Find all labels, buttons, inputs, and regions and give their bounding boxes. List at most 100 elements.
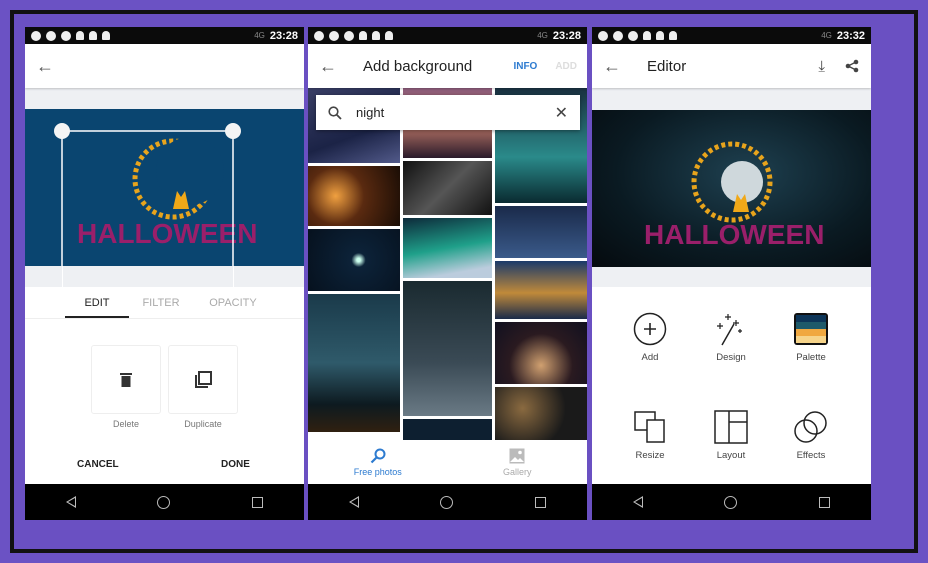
add-tool[interactable]: Add xyxy=(610,312,690,363)
back-nav-icon[interactable] xyxy=(348,496,359,508)
add-label: Add xyxy=(641,352,659,363)
notification-icon xyxy=(61,30,71,41)
moon-shape xyxy=(721,161,763,203)
phone-editor-screen: 4G 23:32 ← Editor ⤓ HALLOWEEN Add Design… xyxy=(592,27,871,520)
design-tool[interactable]: Design xyxy=(691,312,771,363)
gallery-label: Gallery xyxy=(502,466,532,477)
home-nav-icon[interactable] xyxy=(724,495,738,509)
clear-search-icon[interactable]: ✕ xyxy=(555,103,568,123)
resize-handle[interactable] xyxy=(225,123,241,139)
add-button[interactable]: ADD xyxy=(555,61,577,72)
page-title: Add background xyxy=(363,57,473,75)
page-title: Editor xyxy=(647,57,687,75)
back-arrow-icon[interactable]: ← xyxy=(308,56,348,77)
resize-tool[interactable]: Resize xyxy=(610,410,690,461)
back-nav-icon[interactable] xyxy=(632,496,643,508)
recents-nav-icon[interactable] xyxy=(535,496,547,508)
bell-icon xyxy=(89,31,97,40)
system-nav-bar xyxy=(308,484,587,520)
photo[interactable] xyxy=(308,166,400,226)
photo[interactable] xyxy=(495,206,587,258)
duplicate-icon xyxy=(195,370,212,388)
photo[interactable] xyxy=(308,229,400,291)
home-nav-icon[interactable] xyxy=(440,495,454,509)
home-nav-icon[interactable] xyxy=(157,495,171,509)
palette-tool[interactable]: Palette xyxy=(771,312,851,363)
tab-opacity[interactable]: OPACITY xyxy=(193,287,273,318)
resize-handle[interactable] xyxy=(54,123,70,139)
layout-icon xyxy=(714,410,748,444)
effects-label: Effects xyxy=(796,450,826,461)
palette-icon xyxy=(794,313,828,345)
design-canvas[interactable]: HALLOWEEN xyxy=(25,109,304,266)
bell-icon xyxy=(76,31,84,40)
tab-filter[interactable]: FILTER xyxy=(129,287,193,318)
bell-icon xyxy=(385,31,393,40)
share-icon[interactable] xyxy=(845,59,859,73)
network-label: 4G xyxy=(537,31,548,40)
duplicate-label: Duplicate xyxy=(184,419,222,429)
search-bar[interactable]: night ✕ xyxy=(316,95,580,130)
delete-label: Delete xyxy=(112,419,139,429)
photo[interactable] xyxy=(403,161,492,215)
effects-icon xyxy=(794,411,827,443)
photo[interactable] xyxy=(495,387,587,440)
photo[interactable] xyxy=(403,419,492,440)
photo[interactable] xyxy=(495,261,587,319)
delete-button[interactable] xyxy=(91,345,161,414)
bell-icon xyxy=(359,31,367,40)
download-icon[interactable]: ⤓ xyxy=(818,58,825,75)
bell-icon xyxy=(372,31,380,40)
recents-nav-icon[interactable] xyxy=(252,496,264,508)
magic-wand-icon xyxy=(717,314,742,346)
tab-bar: EDIT FILTER OPACITY xyxy=(25,287,304,319)
tab-free-photos[interactable]: Free photos xyxy=(308,440,448,484)
done-button[interactable]: DONE xyxy=(221,459,250,470)
design-canvas[interactable]: HALLOWEEN xyxy=(592,110,871,267)
free-photos-label: Free photos xyxy=(353,466,402,477)
status-bar: 4G 23:28 xyxy=(25,27,304,44)
effects-tool[interactable]: Effects xyxy=(771,410,851,461)
bell-icon xyxy=(643,31,651,40)
status-bar: 4G 23:32 xyxy=(592,27,871,44)
palette-label: Palette xyxy=(796,352,826,363)
search-icon xyxy=(328,105,342,120)
back-arrow-icon[interactable]: ← xyxy=(592,56,632,77)
recents-nav-icon[interactable] xyxy=(819,496,831,508)
info-button[interactable]: INFO xyxy=(513,61,537,72)
tab-gallery[interactable]: Gallery xyxy=(448,440,588,484)
resize-label: Resize xyxy=(635,450,665,461)
status-time: 23:28 xyxy=(269,29,298,42)
notification-icon xyxy=(628,30,638,41)
duplicate-button[interactable] xyxy=(168,345,238,414)
bell-icon xyxy=(102,31,110,40)
selection-line xyxy=(233,266,234,287)
network-label: 4G xyxy=(821,31,832,40)
halloween-design: HALLOWEEN xyxy=(644,141,824,250)
back-arrow-icon[interactable]: ← xyxy=(25,56,65,77)
app-bar: ← Add background INFO ADD xyxy=(308,44,587,88)
system-nav-bar xyxy=(25,484,304,520)
bell-icon xyxy=(656,31,664,40)
status-time: 23:28 xyxy=(552,29,581,42)
photo[interactable] xyxy=(495,322,587,384)
photo[interactable] xyxy=(308,294,400,432)
back-nav-icon[interactable] xyxy=(65,496,76,508)
photo-grid xyxy=(308,88,587,440)
notification-icon xyxy=(46,30,56,41)
layout-tool[interactable]: Layout xyxy=(691,410,771,461)
tab-edit[interactable]: EDIT xyxy=(65,287,129,318)
photo[interactable] xyxy=(403,218,492,278)
design-lettering: HALLOWEEN xyxy=(644,219,824,250)
selection-line xyxy=(62,266,63,287)
cancel-button[interactable]: CANCEL xyxy=(77,459,119,470)
notification-icon xyxy=(598,30,608,41)
photo[interactable] xyxy=(403,281,492,416)
app-bar: ← Editor ⤓ xyxy=(592,44,871,88)
design-lettering: HALLOWEEN xyxy=(77,218,257,249)
system-nav-bar xyxy=(592,484,871,520)
notification-icon xyxy=(31,30,41,41)
trash-icon xyxy=(120,373,132,387)
canvas-margin xyxy=(25,88,304,109)
search-input[interactable]: night xyxy=(356,105,541,120)
